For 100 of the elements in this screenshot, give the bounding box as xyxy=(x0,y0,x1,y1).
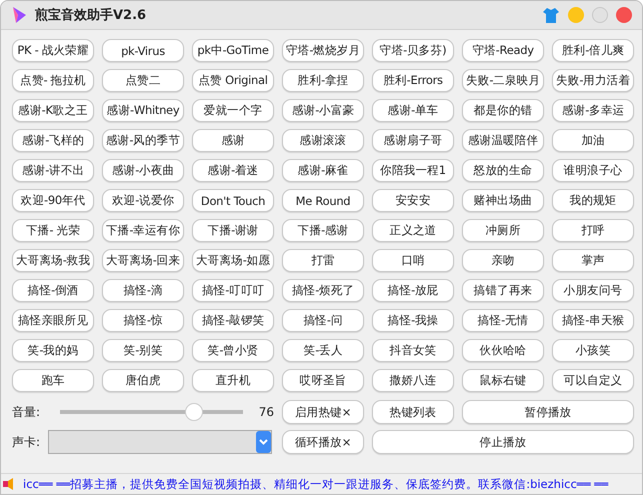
sound-button[interactable]: 搞怪亲眼所见 xyxy=(12,309,94,332)
sound-button[interactable]: 胜利-Errors xyxy=(372,69,454,92)
sound-button[interactable]: 感谢-单车 xyxy=(372,99,454,122)
sound-button[interactable]: 搞怪-滴 xyxy=(102,279,184,302)
sound-button[interactable]: 感谢滚滚 xyxy=(282,129,364,152)
stop-button[interactable]: 停止播放 xyxy=(372,430,634,454)
app-logo-icon xyxy=(11,6,27,24)
sound-button[interactable]: 失败-二泉映月 xyxy=(462,69,544,92)
sound-button[interactable]: 掌声 xyxy=(552,249,634,272)
sound-button[interactable]: 正义之道 xyxy=(372,219,454,242)
maximize-button[interactable] xyxy=(592,7,608,23)
sound-button[interactable]: 搞怪-叮叮叮 xyxy=(192,279,274,302)
close-button[interactable] xyxy=(616,7,632,23)
sound-button[interactable]: 口哨 xyxy=(372,249,454,272)
sound-button[interactable]: 爱就一个字 xyxy=(192,99,274,122)
sound-button[interactable]: 下播-谢谢 xyxy=(192,219,274,242)
shirt-icon[interactable] xyxy=(542,6,560,24)
sound-button[interactable]: 感谢-风的季节 xyxy=(102,129,184,152)
sound-button[interactable]: 可以自定义 xyxy=(552,369,634,392)
sound-button[interactable]: 感谢-小富豪 xyxy=(282,99,364,122)
sound-button[interactable]: 直升机 xyxy=(192,369,274,392)
sound-button[interactable]: 感谢-小夜曲 xyxy=(102,159,184,182)
sound-button[interactable]: 下播-幸运有你 xyxy=(102,219,184,242)
sound-button[interactable]: 都是你的错 xyxy=(462,99,544,122)
sound-button[interactable]: 笑-我的妈 xyxy=(12,339,94,362)
sound-button[interactable]: 大哥离场-如愿 xyxy=(192,249,274,272)
sound-button[interactable]: 怒放的生命 xyxy=(462,159,544,182)
sound-button[interactable]: 胜利-倍儿爽 xyxy=(552,39,634,62)
sound-button[interactable]: 感谢-着迷 xyxy=(192,159,274,182)
hotkey-toggle-button[interactable]: 启用热键× xyxy=(282,400,364,424)
sound-button[interactable]: 小孩笑 xyxy=(552,339,634,362)
sound-button[interactable]: 感谢温暖陪伴 xyxy=(462,129,544,152)
sound-card-dropdown[interactable] xyxy=(48,430,272,454)
sound-button[interactable]: 守塔-贝多芬) xyxy=(372,39,454,62)
sound-button[interactable]: 冲厕所 xyxy=(462,219,544,242)
sound-button[interactable]: 笑-曾小贤 xyxy=(192,339,274,362)
sound-button[interactable]: 打雷 xyxy=(282,249,364,272)
sound-button[interactable]: 搞怪-串天猴 xyxy=(552,309,634,332)
sound-button[interactable]: 下播- 光荣 xyxy=(12,219,94,242)
sound-button[interactable]: 打呼 xyxy=(552,219,634,242)
sound-button[interactable]: 感谢 xyxy=(192,129,274,152)
sound-button[interactable]: 加油 xyxy=(552,129,634,152)
status-text: icc══ ══招募主播，提供免费全国短视频拍摄、精细化一对一跟进服务、保底签约费。联系微信:biezhicc══ ══ xyxy=(23,476,608,492)
sound-button[interactable]: 搞怪-敲锣笑 xyxy=(192,309,274,332)
sound-button[interactable]: 搞怪-烦死了 xyxy=(282,279,364,302)
sound-button[interactable]: 大哥离场-救我 xyxy=(12,249,94,272)
sound-button[interactable]: 搞怪-我操 xyxy=(372,309,454,332)
sound-button[interactable]: 欢迎-说爱你 xyxy=(102,189,184,212)
sound-button[interactable]: 欢迎-90年代 xyxy=(12,189,94,212)
hotkey-list-button[interactable]: 热键列表 xyxy=(372,400,454,424)
sound-button[interactable]: 亲吻 xyxy=(462,249,544,272)
sound-button[interactable]: 感谢-飞样的 xyxy=(12,129,94,152)
sound-button[interactable]: 失败-用力活着 xyxy=(552,69,634,92)
sound-button[interactable]: 感谢-讲不出 xyxy=(12,159,94,182)
sound-button[interactable]: 胜利-拿捏 xyxy=(282,69,364,92)
sound-button[interactable]: 跑车 xyxy=(12,369,94,392)
sound-button[interactable]: 搞怪-惊 xyxy=(102,309,184,332)
sound-button[interactable]: 感谢-麻雀 xyxy=(282,159,364,182)
sound-button[interactable]: 唐伯虎 xyxy=(102,369,184,392)
sound-button[interactable]: 感谢-K歌之王 xyxy=(12,99,94,122)
sound-card-label: 声卡: xyxy=(12,434,40,450)
sound-button[interactable]: 守塔-Ready xyxy=(462,39,544,62)
sound-button[interactable]: 你陪我一程1 xyxy=(372,159,454,182)
sound-button[interactable]: 笑-别笑 xyxy=(102,339,184,362)
sound-button[interactable]: 伙伙哈哈 xyxy=(462,339,544,362)
sound-button[interactable]: 大哥离场-回来 xyxy=(102,249,184,272)
sound-button[interactable]: 点赞二 xyxy=(102,69,184,92)
sound-button[interactable]: 点赞 Original xyxy=(192,69,274,92)
sound-button[interactable]: 搞怪-问 xyxy=(282,309,364,332)
sound-button[interactable]: pk-Virus xyxy=(102,39,184,62)
sound-button[interactable]: 感谢-Whitney xyxy=(102,99,184,122)
sound-button[interactable]: PK - 战火荣耀 xyxy=(12,39,94,62)
sound-button[interactable]: 搞错了再来 xyxy=(462,279,544,302)
sound-button[interactable]: pk中-GoTime xyxy=(192,39,274,62)
sound-button[interactable]: 搞怪-倒酒 xyxy=(12,279,94,302)
sound-button[interactable]: 守塔-燃烧岁月 xyxy=(282,39,364,62)
loop-toggle-button[interactable]: 循环播放× xyxy=(282,430,364,454)
volume-value: 76 xyxy=(258,405,274,419)
sound-button[interactable]: 笑-丢人 xyxy=(282,339,364,362)
sound-button[interactable]: Me Round xyxy=(282,189,364,212)
sound-button[interactable]: 哎呀圣旨 xyxy=(282,369,364,392)
pause-button[interactable]: 暂停播放 xyxy=(462,400,634,424)
sound-button[interactable]: 搞怪-无情 xyxy=(462,309,544,332)
sound-button[interactable]: 安安安 xyxy=(372,189,454,212)
sound-button[interactable]: 鼠标右键 xyxy=(462,369,544,392)
sound-button[interactable]: 抖音女笑 xyxy=(372,339,454,362)
minimize-button[interactable] xyxy=(568,7,584,23)
sound-button[interactable]: 下播-感谢 xyxy=(282,219,364,242)
sound-button[interactable]: 我的规矩 xyxy=(552,189,634,212)
sound-button[interactable]: 搞怪-放屁 xyxy=(372,279,454,302)
sound-button[interactable]: 赌神出场曲 xyxy=(462,189,544,212)
sound-button[interactable]: 感谢扇子哥 xyxy=(372,129,454,152)
sound-button[interactable]: Don't Touch xyxy=(192,189,274,212)
chevron-down-icon xyxy=(259,439,268,445)
sound-button[interactable]: 感谢-多幸运 xyxy=(552,99,634,122)
volume-label: 音量: xyxy=(12,404,40,420)
sound-button[interactable]: 小朋友问号 xyxy=(552,279,634,302)
sound-button[interactable]: 点赞- 拖拉机 xyxy=(12,69,94,92)
sound-button[interactable]: 谁明浪子心 xyxy=(552,159,634,182)
sound-button[interactable]: 撒娇八连 xyxy=(372,369,454,392)
